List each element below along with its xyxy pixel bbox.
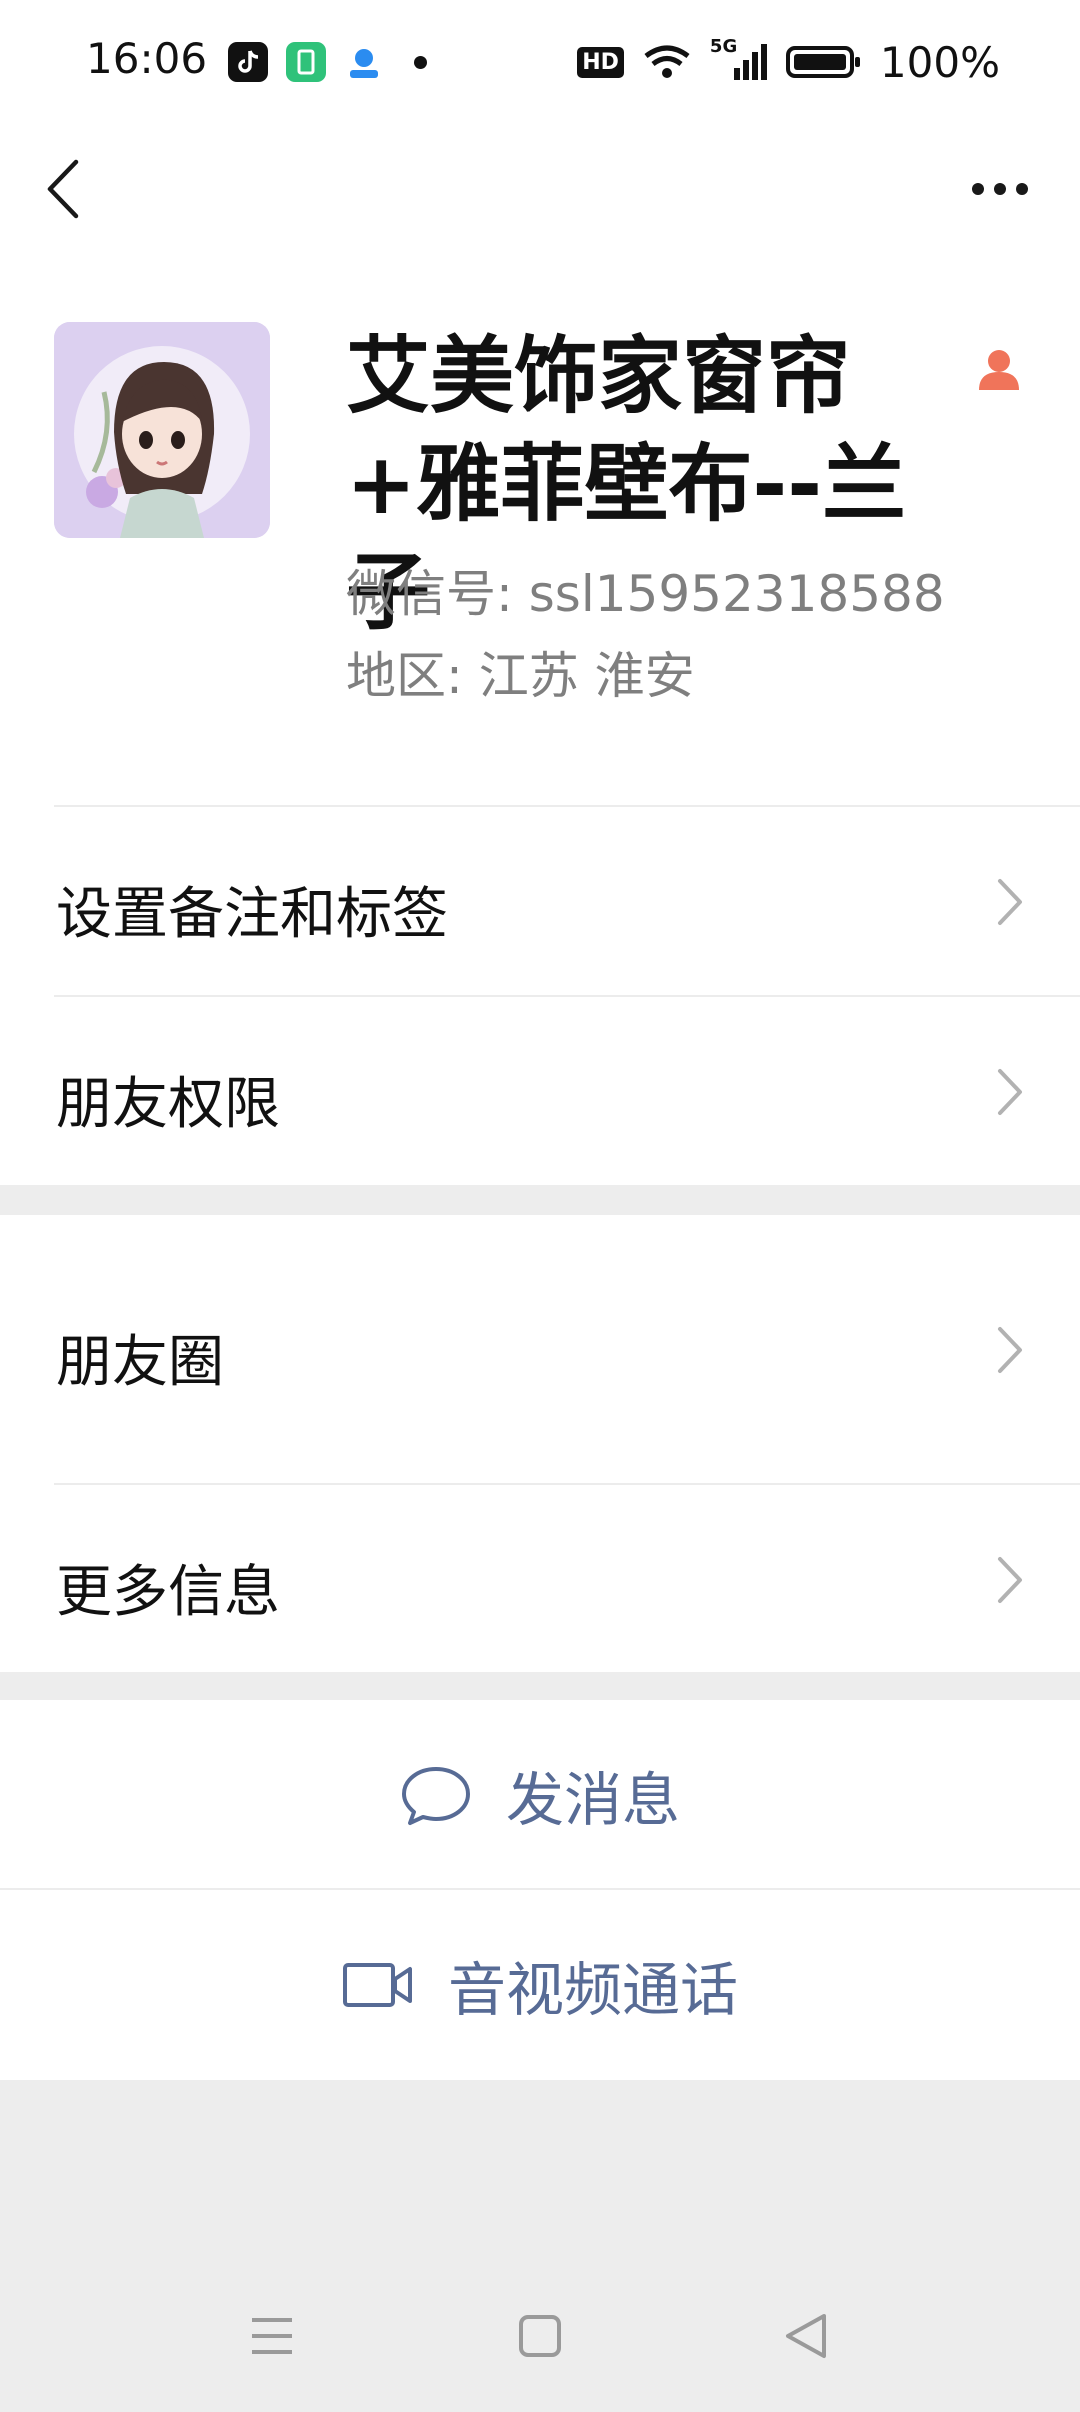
- row-friend-permissions[interactable]: 朋友权限: [0, 997, 1080, 1185]
- chevron-right-icon: [998, 1557, 1022, 1603]
- row-label: 朋友权限: [56, 1072, 280, 1137]
- row-moments[interactable]: 朋友圈: [0, 1215, 1080, 1483]
- menu-lines-icon[interactable]: [242, 2306, 302, 2366]
- wifi-icon: [644, 45, 690, 78]
- av-call-button[interactable]: 音视频通话: [0, 1890, 1080, 2080]
- row-remark-tags[interactable]: 设置备注和标签: [0, 807, 1080, 995]
- more-dots-icon: [972, 183, 1028, 195]
- battery-percent: 100%: [879, 37, 1000, 87]
- tiktok-icon: [228, 42, 268, 82]
- avatar-illustration: [54, 322, 270, 538]
- chat-bubble-icon: [401, 1767, 470, 1825]
- chevron-right-icon: [998, 1327, 1022, 1373]
- hd-badge: HD: [577, 46, 624, 78]
- section-gap: [0, 1185, 1080, 1215]
- more-button[interactable]: [960, 164, 1040, 214]
- video-camera-icon: [342, 1963, 412, 2007]
- section-gap: [0, 1672, 1080, 1700]
- top-nav: [0, 124, 1080, 254]
- row-label: 朋友圈: [56, 1330, 224, 1395]
- avatar[interactable]: [54, 322, 270, 538]
- send-message-label: 发消息: [505, 1766, 680, 1834]
- av-call-label: 音视频通话: [447, 1956, 738, 2024]
- status-time: 16:06: [86, 34, 208, 83]
- chevron-right-icon: [998, 1069, 1022, 1115]
- square-home-icon[interactable]: [510, 2306, 570, 2366]
- chevron-left-icon: [47, 159, 79, 219]
- cellular-signal-icon: 5G: [710, 36, 768, 84]
- send-message-button[interactable]: 发消息: [0, 1700, 1080, 1890]
- row-label: 更多信息: [56, 1560, 280, 1625]
- triangle-back-icon[interactable]: [776, 2306, 836, 2366]
- user-badge-icon: [979, 350, 1019, 390]
- wechat-id: 微信号: ssl15952318588: [346, 565, 945, 623]
- status-right-group: HD 5G 100%: [577, 34, 1000, 90]
- status-bar: 16:06 HD 5G 100%: [0, 0, 1080, 124]
- back-button[interactable]: [40, 154, 100, 224]
- row-more-info[interactable]: 更多信息: [0, 1485, 1080, 1672]
- row-label: 设置备注和标签: [56, 882, 448, 947]
- notification-dot: [414, 56, 427, 69]
- region: 地区: 江苏 淮安: [346, 647, 695, 705]
- battery-icon: [785, 46, 860, 78]
- chevron-right-icon: [998, 879, 1022, 925]
- battery-app-icon: [286, 42, 326, 82]
- assistant-app-icon: [344, 42, 384, 82]
